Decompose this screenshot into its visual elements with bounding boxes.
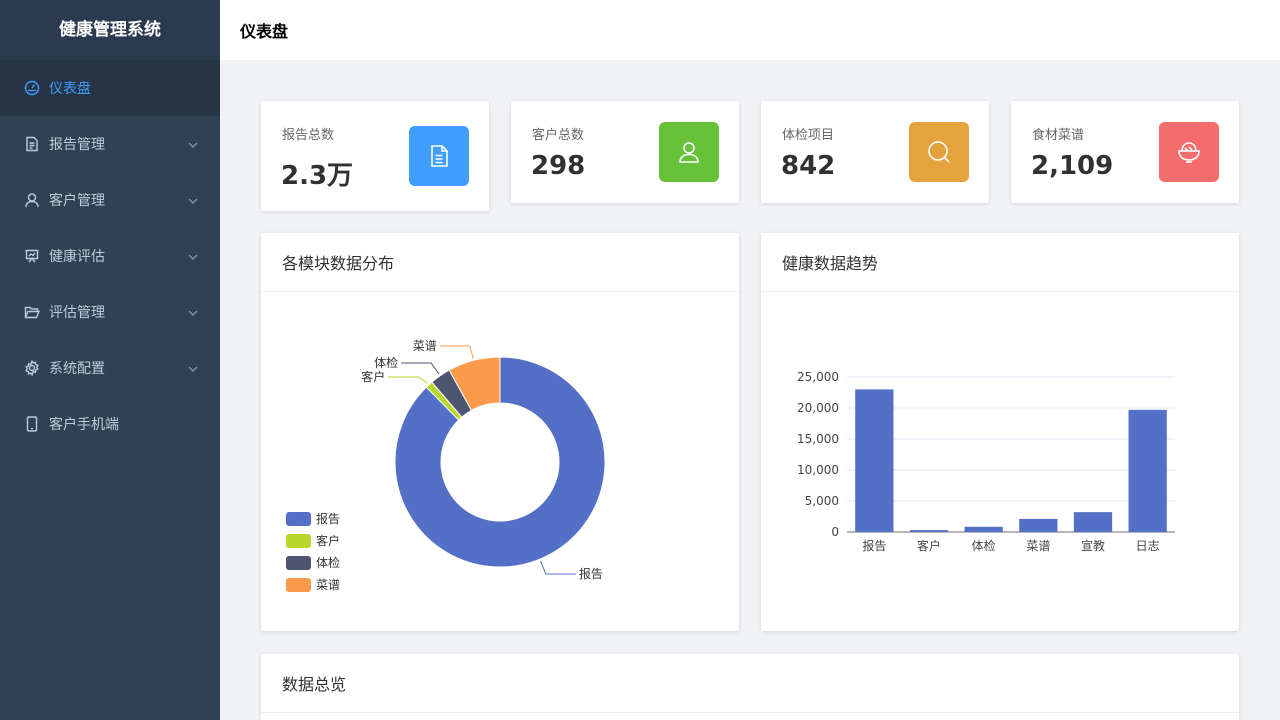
bar[interactable]: [1073, 512, 1113, 532]
chevron-down-icon: [188, 250, 198, 260]
app-title: 健康管理系统: [0, 0, 220, 60]
stat-label: 体检项目: [782, 128, 835, 143]
bar[interactable]: [1128, 409, 1167, 532]
overview-panel: 数据总览: [261, 654, 1239, 720]
sidebar-item-label: 仪表盘: [49, 81, 91, 97]
x-tick-label: 宣教: [1081, 538, 1105, 553]
legend-swatch[interactable]: [286, 578, 311, 592]
y-tick-label: 0: [831, 525, 839, 539]
legend-label[interactable]: 体检: [316, 555, 340, 570]
legend-label[interactable]: 菜谱: [316, 578, 340, 592]
panel-title: 健康数据趋势: [761, 233, 1239, 292]
legend-swatch[interactable]: [286, 512, 311, 526]
sidebar-item-health-assessment[interactable]: 健康评估: [0, 228, 220, 284]
bar[interactable]: [909, 530, 949, 532]
stat-value: 842: [781, 151, 836, 181]
stat-card-exam-items: 体检项目 842: [761, 101, 989, 203]
y-tick-label: 10,000: [797, 463, 839, 477]
document-icon: [409, 126, 469, 186]
label-leader-line: [388, 376, 428, 384]
x-tick-label: 报告: [862, 538, 886, 553]
sidebar-item-label: 报告管理: [49, 137, 105, 153]
x-tick-label: 菜谱: [1026, 539, 1050, 553]
chevron-down-icon: [188, 306, 198, 316]
label-leader-line: [540, 560, 576, 575]
folder-open-icon: [24, 304, 40, 320]
sidebar-item-label: 健康评估: [49, 249, 105, 265]
legend-label[interactable]: 客户: [316, 533, 340, 548]
label-leader-line: [401, 362, 440, 375]
chevron-down-icon: [188, 194, 198, 204]
search-icon: [909, 122, 969, 182]
y-tick-label: 25,000: [797, 370, 839, 384]
distribution-panel: 各模块数据分布 报告 客户 体检 菜谱 报告 客户 体检 菜谱: [261, 233, 739, 631]
dashboard-icon: [24, 80, 40, 96]
chevron-down-icon: [188, 362, 198, 372]
y-tick-label: 5,000: [805, 494, 839, 508]
stat-card-customers: 客户总数 298: [511, 101, 739, 203]
panel-title: 数据总览: [261, 654, 1239, 713]
distribution-donut-chart: 报告客户体检菜谱报告客户体检菜谱: [286, 339, 606, 592]
stat-label: 食材菜谱: [1032, 128, 1085, 143]
x-tick-label: 日志: [1136, 539, 1160, 553]
top-header: 仪表盘: [220, 0, 1280, 60]
bar[interactable]: [855, 389, 894, 532]
panel-title: 各模块数据分布: [261, 233, 739, 292]
sidebar-item-label: 客户管理: [49, 193, 105, 209]
sidebar-item-label: 评估管理: [49, 305, 105, 321]
label-leader-line: [439, 345, 474, 359]
sidebar-item-customers[interactable]: 客户管理: [0, 172, 220, 228]
stat-value: 298: [531, 151, 586, 181]
sidebar-item-reports[interactable]: 报告管理: [0, 116, 220, 172]
sidebar: 健康管理系统 仪表盘 报告管理 客户管理 健康评估 评估管理 系统配置 客户手机…: [0, 0, 220, 720]
slice-label: 客户: [361, 369, 385, 384]
presentation-icon: [24, 248, 40, 264]
page-title: 仪表盘: [240, 22, 289, 41]
sidebar-item-mobile[interactable]: 客户手机端: [0, 396, 220, 452]
food-bowl-icon: [1159, 122, 1219, 182]
user-icon: [24, 192, 40, 208]
slice-label: 菜谱: [413, 339, 437, 353]
slice-label: 体检: [374, 355, 398, 370]
sidebar-item-dashboard[interactable]: 仪表盘: [0, 60, 220, 116]
sidebar-item-label: 系统配置: [49, 361, 105, 377]
slice-label: 报告: [579, 566, 603, 581]
stat-label: 报告总数: [282, 128, 335, 143]
sidebar-item-assessment-management[interactable]: 评估管理: [0, 284, 220, 340]
sidebar-item-label: 客户手机端: [49, 417, 119, 433]
legend-swatch[interactable]: [286, 534, 311, 548]
stat-card-reports: 报告总数 2.3万: [261, 101, 489, 211]
stat-label: 客户总数: [532, 128, 585, 143]
stat-value: 2,109: [1031, 151, 1114, 181]
stat-value: 2.3万: [281, 161, 354, 191]
bar[interactable]: [1019, 518, 1058, 532]
chevron-down-icon: [188, 138, 198, 148]
legend-swatch[interactable]: [286, 556, 311, 570]
x-tick-label: 客户: [917, 538, 941, 553]
trend-bar-chart: 25,000 20,000 15,000 10,000 5,000 0 报告 客户 体检 菜谱 宣教…: [797, 370, 1175, 553]
sidebar-item-system-config[interactable]: 系统配置: [0, 340, 220, 396]
stat-card-recipes: 食材菜谱 2,109: [1011, 101, 1239, 203]
y-tick-label: 20,000: [797, 401, 839, 415]
trend-panel: 健康数据趋势 25,000 20,000 15,000 10,000 5,000 0 报告 客…: [761, 233, 1239, 631]
user-icon: [659, 122, 719, 182]
x-tick-label: 体检: [972, 538, 996, 553]
gear-icon: [24, 360, 40, 376]
mobile-icon: [24, 416, 40, 432]
y-tick-label: 15,000: [797, 432, 839, 446]
bar[interactable]: [964, 526, 1003, 532]
legend-label[interactable]: 报告: [316, 511, 340, 526]
document-icon: [24, 136, 40, 152]
